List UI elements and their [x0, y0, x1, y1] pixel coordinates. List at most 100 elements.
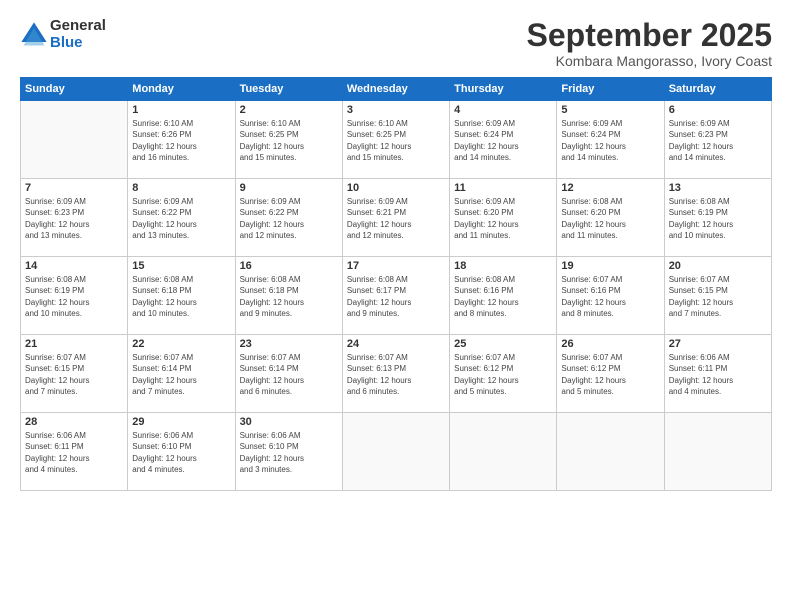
day-number: 5 [561, 104, 659, 116]
calendar-cell: 4 Sunrise: 6:09 AM Sunset: 6:24 PM Daylig… [450, 101, 557, 179]
day-number: 2 [240, 104, 338, 116]
calendar-cell: 19 Sunrise: 6:07 AM Sunset: 6:16 PM Dayli… [557, 257, 664, 335]
calendar-cell [664, 413, 771, 491]
day-number: 4 [454, 104, 552, 116]
calendar-header-wednesday: Wednesday [342, 78, 449, 101]
day-info: Sunrise: 6:07 AM Sunset: 6:12 PM Dayligh… [454, 352, 552, 397]
logo-blue: Blue [50, 35, 106, 52]
calendar-cell: 20 Sunrise: 6:07 AM Sunset: 6:15 PM Dayli… [664, 257, 771, 335]
day-number: 11 [454, 182, 552, 194]
day-info: Sunrise: 6:07 AM Sunset: 6:14 PM Dayligh… [132, 352, 230, 397]
calendar-cell: 13Sunrise: 6:08 AM Sunset: 6:19 PM Dayli… [664, 179, 771, 257]
day-number: 22 [132, 338, 230, 350]
day-info: Sunrise: 6:08 AM Sunset: 6:18 PM Dayligh… [132, 274, 230, 319]
day-info: Sunrise: 6:09 AM Sunset: 6:22 PM Dayligh… [132, 196, 230, 241]
calendar-week-2: 7Sunrise: 6:09 AM Sunset: 6:23 PM Daylig… [21, 179, 772, 257]
calendar-cell: 17Sunrise: 6:08 AM Sunset: 6:17 PM Dayli… [342, 257, 449, 335]
day-number: 1 [132, 104, 230, 116]
day-number: 18 [454, 260, 552, 272]
day-info: Sunrise: 6:09 AM Sunset: 6:24 PM Dayligh… [561, 118, 659, 163]
calendar-cell: 7Sunrise: 6:09 AM Sunset: 6:23 PM Daylig… [21, 179, 128, 257]
day-number: 6 [669, 104, 767, 116]
calendar-cell: 23 Sunrise: 6:07 AM Sunset: 6:14 PM Dayli… [235, 335, 342, 413]
day-number: 20 [669, 260, 767, 272]
calendar-cell: 15Sunrise: 6:08 AM Sunset: 6:18 PM Dayli… [128, 257, 235, 335]
calendar-header-friday: Friday [557, 78, 664, 101]
day-info: Sunrise: 6:10 AM Sunset: 6:26 PM Dayligh… [132, 118, 230, 163]
day-info: Sunrise: 6:09 AM Sunset: 6:21 PM Dayligh… [347, 196, 445, 241]
calendar-week-4: 21 Sunrise: 6:07 AM Sunset: 6:15 PM Dayli… [21, 335, 772, 413]
calendar-cell [342, 413, 449, 491]
day-info: Sunrise: 6:06 AM Sunset: 6:10 PM Dayligh… [132, 430, 230, 475]
day-info: Sunrise: 6:08 AM Sunset: 6:19 PM Dayligh… [669, 196, 767, 241]
calendar-cell: 2 Sunrise: 6:10 AM Sunset: 6:25 PM Daylig… [235, 101, 342, 179]
calendar-cell: 29 Sunrise: 6:06 AM Sunset: 6:10 PM Dayli… [128, 413, 235, 491]
calendar-week-5: 28 Sunrise: 6:06 AM Sunset: 6:11 PM Dayli… [21, 413, 772, 491]
calendar-cell: 11 Sunrise: 6:09 AM Sunset: 6:20 PM Dayli… [450, 179, 557, 257]
calendar-week-3: 14Sunrise: 6:08 AM Sunset: 6:19 PM Dayli… [21, 257, 772, 335]
day-info: Sunrise: 6:07 AM Sunset: 6:12 PM Dayligh… [561, 352, 659, 397]
title-block: September 2025 Kombara Mangorasso, Ivory… [527, 18, 772, 69]
calendar-cell: 6Sunrise: 6:09 AM Sunset: 6:23 PM Daylig… [664, 101, 771, 179]
calendar-cell: 1 Sunrise: 6:10 AM Sunset: 6:26 PM Daylig… [128, 101, 235, 179]
day-number: 8 [132, 182, 230, 194]
calendar-cell: 30Sunrise: 6:06 AM Sunset: 6:10 PM Dayli… [235, 413, 342, 491]
logo-icon [20, 21, 48, 49]
day-number: 23 [240, 338, 338, 350]
calendar-week-1: 1 Sunrise: 6:10 AM Sunset: 6:26 PM Daylig… [21, 101, 772, 179]
calendar-header-monday: Monday [128, 78, 235, 101]
day-number: 27 [669, 338, 767, 350]
day-info: Sunrise: 6:08 AM Sunset: 6:20 PM Dayligh… [561, 196, 659, 241]
day-info: Sunrise: 6:07 AM Sunset: 6:16 PM Dayligh… [561, 274, 659, 319]
calendar-header-tuesday: Tuesday [235, 78, 342, 101]
calendar-cell: 9 Sunrise: 6:09 AM Sunset: 6:22 PM Daylig… [235, 179, 342, 257]
day-number: 29 [132, 416, 230, 428]
day-number: 16 [240, 260, 338, 272]
calendar-cell: 16 Sunrise: 6:08 AM Sunset: 6:18 PM Dayli… [235, 257, 342, 335]
calendar-cell: 14Sunrise: 6:08 AM Sunset: 6:19 PM Dayli… [21, 257, 128, 335]
day-number: 19 [561, 260, 659, 272]
day-number: 28 [25, 416, 123, 428]
calendar-cell: 18 Sunrise: 6:08 AM Sunset: 6:16 PM Dayli… [450, 257, 557, 335]
day-number: 26 [561, 338, 659, 350]
day-info: Sunrise: 6:08 AM Sunset: 6:16 PM Dayligh… [454, 274, 552, 319]
page: General Blue September 2025 Kombara Mang… [0, 0, 792, 612]
calendar-cell [21, 101, 128, 179]
day-info: Sunrise: 6:09 AM Sunset: 6:24 PM Dayligh… [454, 118, 552, 163]
day-number: 12 [561, 182, 659, 194]
calendar-cell: 22 Sunrise: 6:07 AM Sunset: 6:14 PM Dayli… [128, 335, 235, 413]
day-info: Sunrise: 6:07 AM Sunset: 6:15 PM Dayligh… [25, 352, 123, 397]
day-info: Sunrise: 6:09 AM Sunset: 6:22 PM Dayligh… [240, 196, 338, 241]
day-info: Sunrise: 6:08 AM Sunset: 6:18 PM Dayligh… [240, 274, 338, 319]
calendar-cell: 27 Sunrise: 6:06 AM Sunset: 6:11 PM Dayli… [664, 335, 771, 413]
day-number: 3 [347, 104, 445, 116]
subtitle: Kombara Mangorasso, Ivory Coast [527, 53, 772, 69]
calendar-cell: 12 Sunrise: 6:08 AM Sunset: 6:20 PM Dayli… [557, 179, 664, 257]
day-info: Sunrise: 6:07 AM Sunset: 6:15 PM Dayligh… [669, 274, 767, 319]
day-info: Sunrise: 6:10 AM Sunset: 6:25 PM Dayligh… [240, 118, 338, 163]
day-info: Sunrise: 6:08 AM Sunset: 6:17 PM Dayligh… [347, 274, 445, 319]
day-number: 25 [454, 338, 552, 350]
day-info: Sunrise: 6:06 AM Sunset: 6:11 PM Dayligh… [25, 430, 123, 475]
day-info: Sunrise: 6:07 AM Sunset: 6:14 PM Dayligh… [240, 352, 338, 397]
calendar-cell: 10 Sunrise: 6:09 AM Sunset: 6:21 PM Dayli… [342, 179, 449, 257]
day-info: Sunrise: 6:10 AM Sunset: 6:25 PM Dayligh… [347, 118, 445, 163]
day-info: Sunrise: 6:09 AM Sunset: 6:20 PM Dayligh… [454, 196, 552, 241]
day-number: 10 [347, 182, 445, 194]
calendar-cell: 3 Sunrise: 6:10 AM Sunset: 6:25 PM Daylig… [342, 101, 449, 179]
calendar-header-sunday: Sunday [21, 78, 128, 101]
calendar-cell: 26 Sunrise: 6:07 AM Sunset: 6:12 PM Dayli… [557, 335, 664, 413]
logo: General Blue [20, 18, 106, 51]
day-number: 9 [240, 182, 338, 194]
day-info: Sunrise: 6:08 AM Sunset: 6:19 PM Dayligh… [25, 274, 123, 319]
calendar-header-thursday: Thursday [450, 78, 557, 101]
calendar-cell [557, 413, 664, 491]
calendar-cell [450, 413, 557, 491]
day-info: Sunrise: 6:09 AM Sunset: 6:23 PM Dayligh… [25, 196, 123, 241]
day-number: 21 [25, 338, 123, 350]
calendar-header-row: SundayMondayTuesdayWednesdayThursdayFrid… [21, 78, 772, 101]
calendar-cell: 21 Sunrise: 6:07 AM Sunset: 6:15 PM Dayli… [21, 335, 128, 413]
day-info: Sunrise: 6:06 AM Sunset: 6:10 PM Dayligh… [240, 430, 338, 475]
calendar-cell: 5 Sunrise: 6:09 AM Sunset: 6:24 PM Daylig… [557, 101, 664, 179]
day-info: Sunrise: 6:06 AM Sunset: 6:11 PM Dayligh… [669, 352, 767, 397]
